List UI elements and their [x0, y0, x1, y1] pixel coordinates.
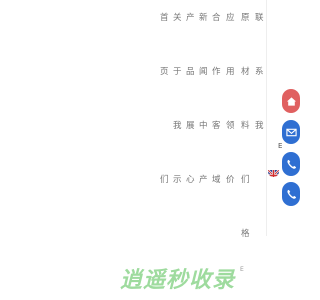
nav-column-5[interactable]: 合 作 客 域 [212, 14, 221, 230]
home-icon [286, 96, 297, 107]
nav-char: 新 [199, 13, 208, 23]
nav-column-6[interactable]: 应 用 领 价 [226, 14, 235, 230]
nav-char: 料 [241, 121, 250, 131]
nav-column-4[interactable]: 新 闻 中 产 [199, 14, 208, 230]
nav-column-8[interactable]: 联 系 我 [255, 14, 264, 230]
nav-char: 我 [173, 121, 182, 131]
nav-char: 心 [186, 175, 195, 185]
nav-char: 应 [226, 13, 235, 23]
phone-button-2[interactable] [282, 182, 300, 206]
message-button[interactable] [282, 120, 300, 144]
nav-char: 作 [212, 67, 221, 77]
uk-flag-icon[interactable] [268, 166, 279, 177]
nav-column-2[interactable]: 关 于 我 示 [173, 14, 182, 230]
nav-char: 产 [186, 13, 195, 23]
nav-char: 展 [186, 121, 195, 131]
nav-char: 材 [241, 67, 250, 77]
nav-char: 域 [212, 175, 221, 185]
phone-icon [286, 189, 297, 200]
nav-char: 首 [160, 13, 169, 23]
nav-char: 系 [255, 67, 264, 77]
nav-char: 格 [241, 229, 250, 239]
phone-button[interactable] [282, 152, 300, 176]
mail-icon [285, 127, 297, 138]
vertical-divider [266, 0, 267, 236]
nav-char: 闻 [199, 67, 208, 77]
nav-char: 原 [241, 13, 250, 23]
nav-column-3[interactable]: 产 品 展 心 [186, 14, 195, 230]
nav-char: 客 [212, 121, 221, 131]
nav-char: 用 [226, 67, 235, 77]
nav-char: 们 [160, 175, 169, 185]
nav-char: 中 [199, 121, 208, 131]
nav-char: 页 [160, 67, 169, 77]
watermark-logo: 逍遥秒收录 [120, 268, 236, 293]
nav-column-1[interactable]: 首 页 们 [160, 14, 169, 230]
nav-char: 关 [173, 13, 182, 23]
nav-char: 品 [186, 67, 195, 77]
language-letter[interactable]: E [278, 143, 282, 150]
phone-icon [286, 159, 297, 170]
nav-column-7[interactable]: 原 材 料 们 格 [241, 14, 250, 284]
home-button[interactable] [282, 89, 300, 113]
nav-char: 价 [226, 175, 235, 185]
nav-char: 示 [173, 175, 182, 185]
nav-char: 合 [212, 13, 221, 23]
nav-char: 我 [255, 121, 264, 131]
nav-char: 产 [199, 175, 208, 185]
nav-char: 联 [255, 13, 264, 23]
footer-note: E [240, 266, 244, 273]
nav-char: 于 [173, 67, 182, 77]
nav-char: 领 [226, 121, 235, 131]
nav-char: 们 [241, 175, 250, 185]
